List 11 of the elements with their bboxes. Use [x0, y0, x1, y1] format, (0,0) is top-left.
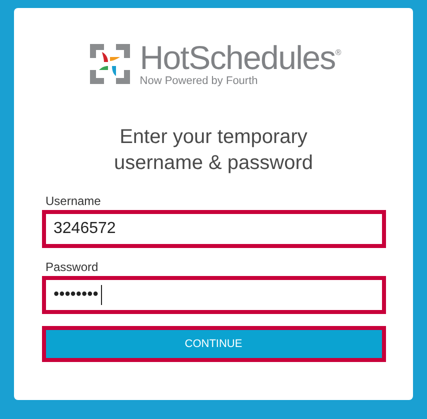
- brand-name: HotSchedules: [140, 41, 336, 75]
- registered-mark: ®: [335, 47, 342, 59]
- field-label: Password: [46, 260, 100, 274]
- text-caret: [101, 285, 102, 305]
- field-value: 3246572: [54, 219, 116, 239]
- form-heading: Enter your temporary username & password: [113, 125, 314, 176]
- field-value: ••••••••: [54, 285, 98, 305]
- input-field[interactable]: 3246572: [42, 210, 386, 248]
- brand-tagline: Now Powered by Fourth: [140, 75, 259, 87]
- field-label: Username: [46, 194, 102, 208]
- input-field[interactable]: ••••••••: [42, 276, 386, 314]
